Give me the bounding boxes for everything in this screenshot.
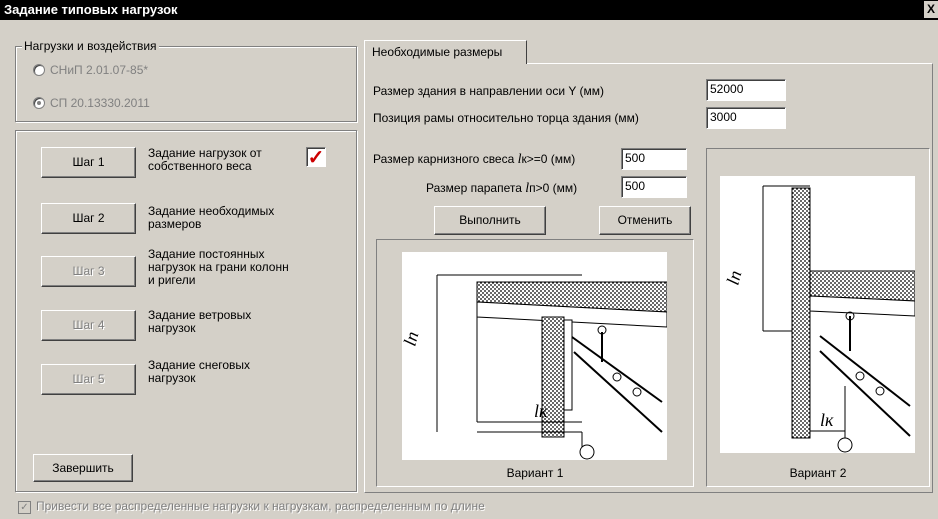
tab-label: Необходимые размеры	[372, 45, 503, 59]
variant2-panel[interactable]: lп lк Вариант 2	[706, 148, 930, 487]
step2-text: Задание необходимых размеров	[148, 204, 275, 231]
variant2-diagram: lп lк	[723, 185, 916, 453]
step1-done-checkbox: ✓	[306, 147, 326, 169]
eave-label-suffix: к>=0 (мм)	[521, 152, 576, 166]
window-title: Задание типовых нагрузок	[4, 2, 178, 17]
eave-label: Размер карнизного свеса lк>=0 (мм)	[373, 152, 575, 168]
frame-position-label: Позиция рамы относительно торца здания (…	[373, 111, 639, 125]
execute-button[interactable]: Выполнить	[434, 206, 546, 235]
normalize-loads-checkbox[interactable]: ✓	[18, 501, 31, 514]
radio-snip-circle[interactable]	[33, 64, 45, 76]
radio-sp-label: СП 20.13330.2011	[50, 96, 150, 110]
radio-sp-circle[interactable]	[33, 97, 45, 109]
step5-text: Задание снеговых нагрузок	[148, 358, 251, 385]
parapet-label-prefix: Размер парапета	[426, 181, 522, 195]
eave-input[interactable]: 500	[621, 148, 687, 170]
variant2-drawing: lп lк	[720, 176, 916, 453]
tab-required-sizes[interactable]: Необходимые размеры	[364, 40, 527, 64]
building-size-label: Размер здания в направлении оси Y (мм)	[373, 84, 604, 98]
parapet-input[interactable]: 500	[621, 176, 687, 198]
step4-button[interactable]: Шаг 4	[41, 310, 136, 341]
variant1-caption: Вариант 1	[506, 466, 564, 480]
step4-text: Задание ветровых нагрузок	[148, 308, 252, 335]
parapet-label-suffix: п>0 (мм)	[529, 181, 578, 195]
variant1-label-n: lп	[402, 329, 422, 348]
radio-sp[interactable]: СП 20.13330.2011	[33, 96, 150, 110]
window-titlebar: Задание типовых нагрузок X	[0, 0, 938, 20]
step5-button[interactable]: Шаг 5	[41, 364, 136, 395]
loads-group	[15, 46, 357, 122]
variant2-label-n: lп	[723, 268, 746, 287]
close-button[interactable]: X	[924, 1, 938, 18]
variant2-caption: Вариант 2	[789, 466, 847, 480]
variant2-label-k: lк	[820, 410, 834, 430]
eave-label-prefix: Размер карнизного свеса	[373, 152, 515, 166]
cancel-button[interactable]: Отменить	[599, 206, 691, 235]
step1-text: Задание нагрузок от собственного веса	[148, 146, 262, 173]
variant1-drawing: lп lк	[400, 252, 668, 460]
step2-button[interactable]: Шаг 2	[41, 203, 136, 234]
frame-position-input[interactable]: 3000	[706, 107, 786, 129]
radio-snip-label: СНиП 2.01.07-85*	[50, 63, 149, 77]
step3-button[interactable]: Шаг 3	[41, 256, 136, 287]
variant1-panel[interactable]: lп lк Вариант 1	[376, 239, 694, 487]
variant1-label-k: lк	[534, 401, 548, 421]
finish-button[interactable]: Завершить	[33, 454, 133, 482]
building-size-input[interactable]: 52000	[706, 79, 786, 101]
variant1-diagram: lп lк	[400, 274, 668, 460]
step1-button[interactable]: Шаг 1	[41, 147, 136, 178]
loads-group-legend: Нагрузки и воздействия	[22, 39, 159, 53]
step3-text: Задание постоянных нагрузок на грани кол…	[148, 247, 289, 287]
radio-snip[interactable]: СНиП 2.01.07-85*	[33, 63, 148, 77]
normalize-loads-label: Привести все распределенные нагрузки к н…	[36, 499, 485, 513]
parapet-label: Размер парапета lп>0 (мм)	[426, 181, 577, 197]
